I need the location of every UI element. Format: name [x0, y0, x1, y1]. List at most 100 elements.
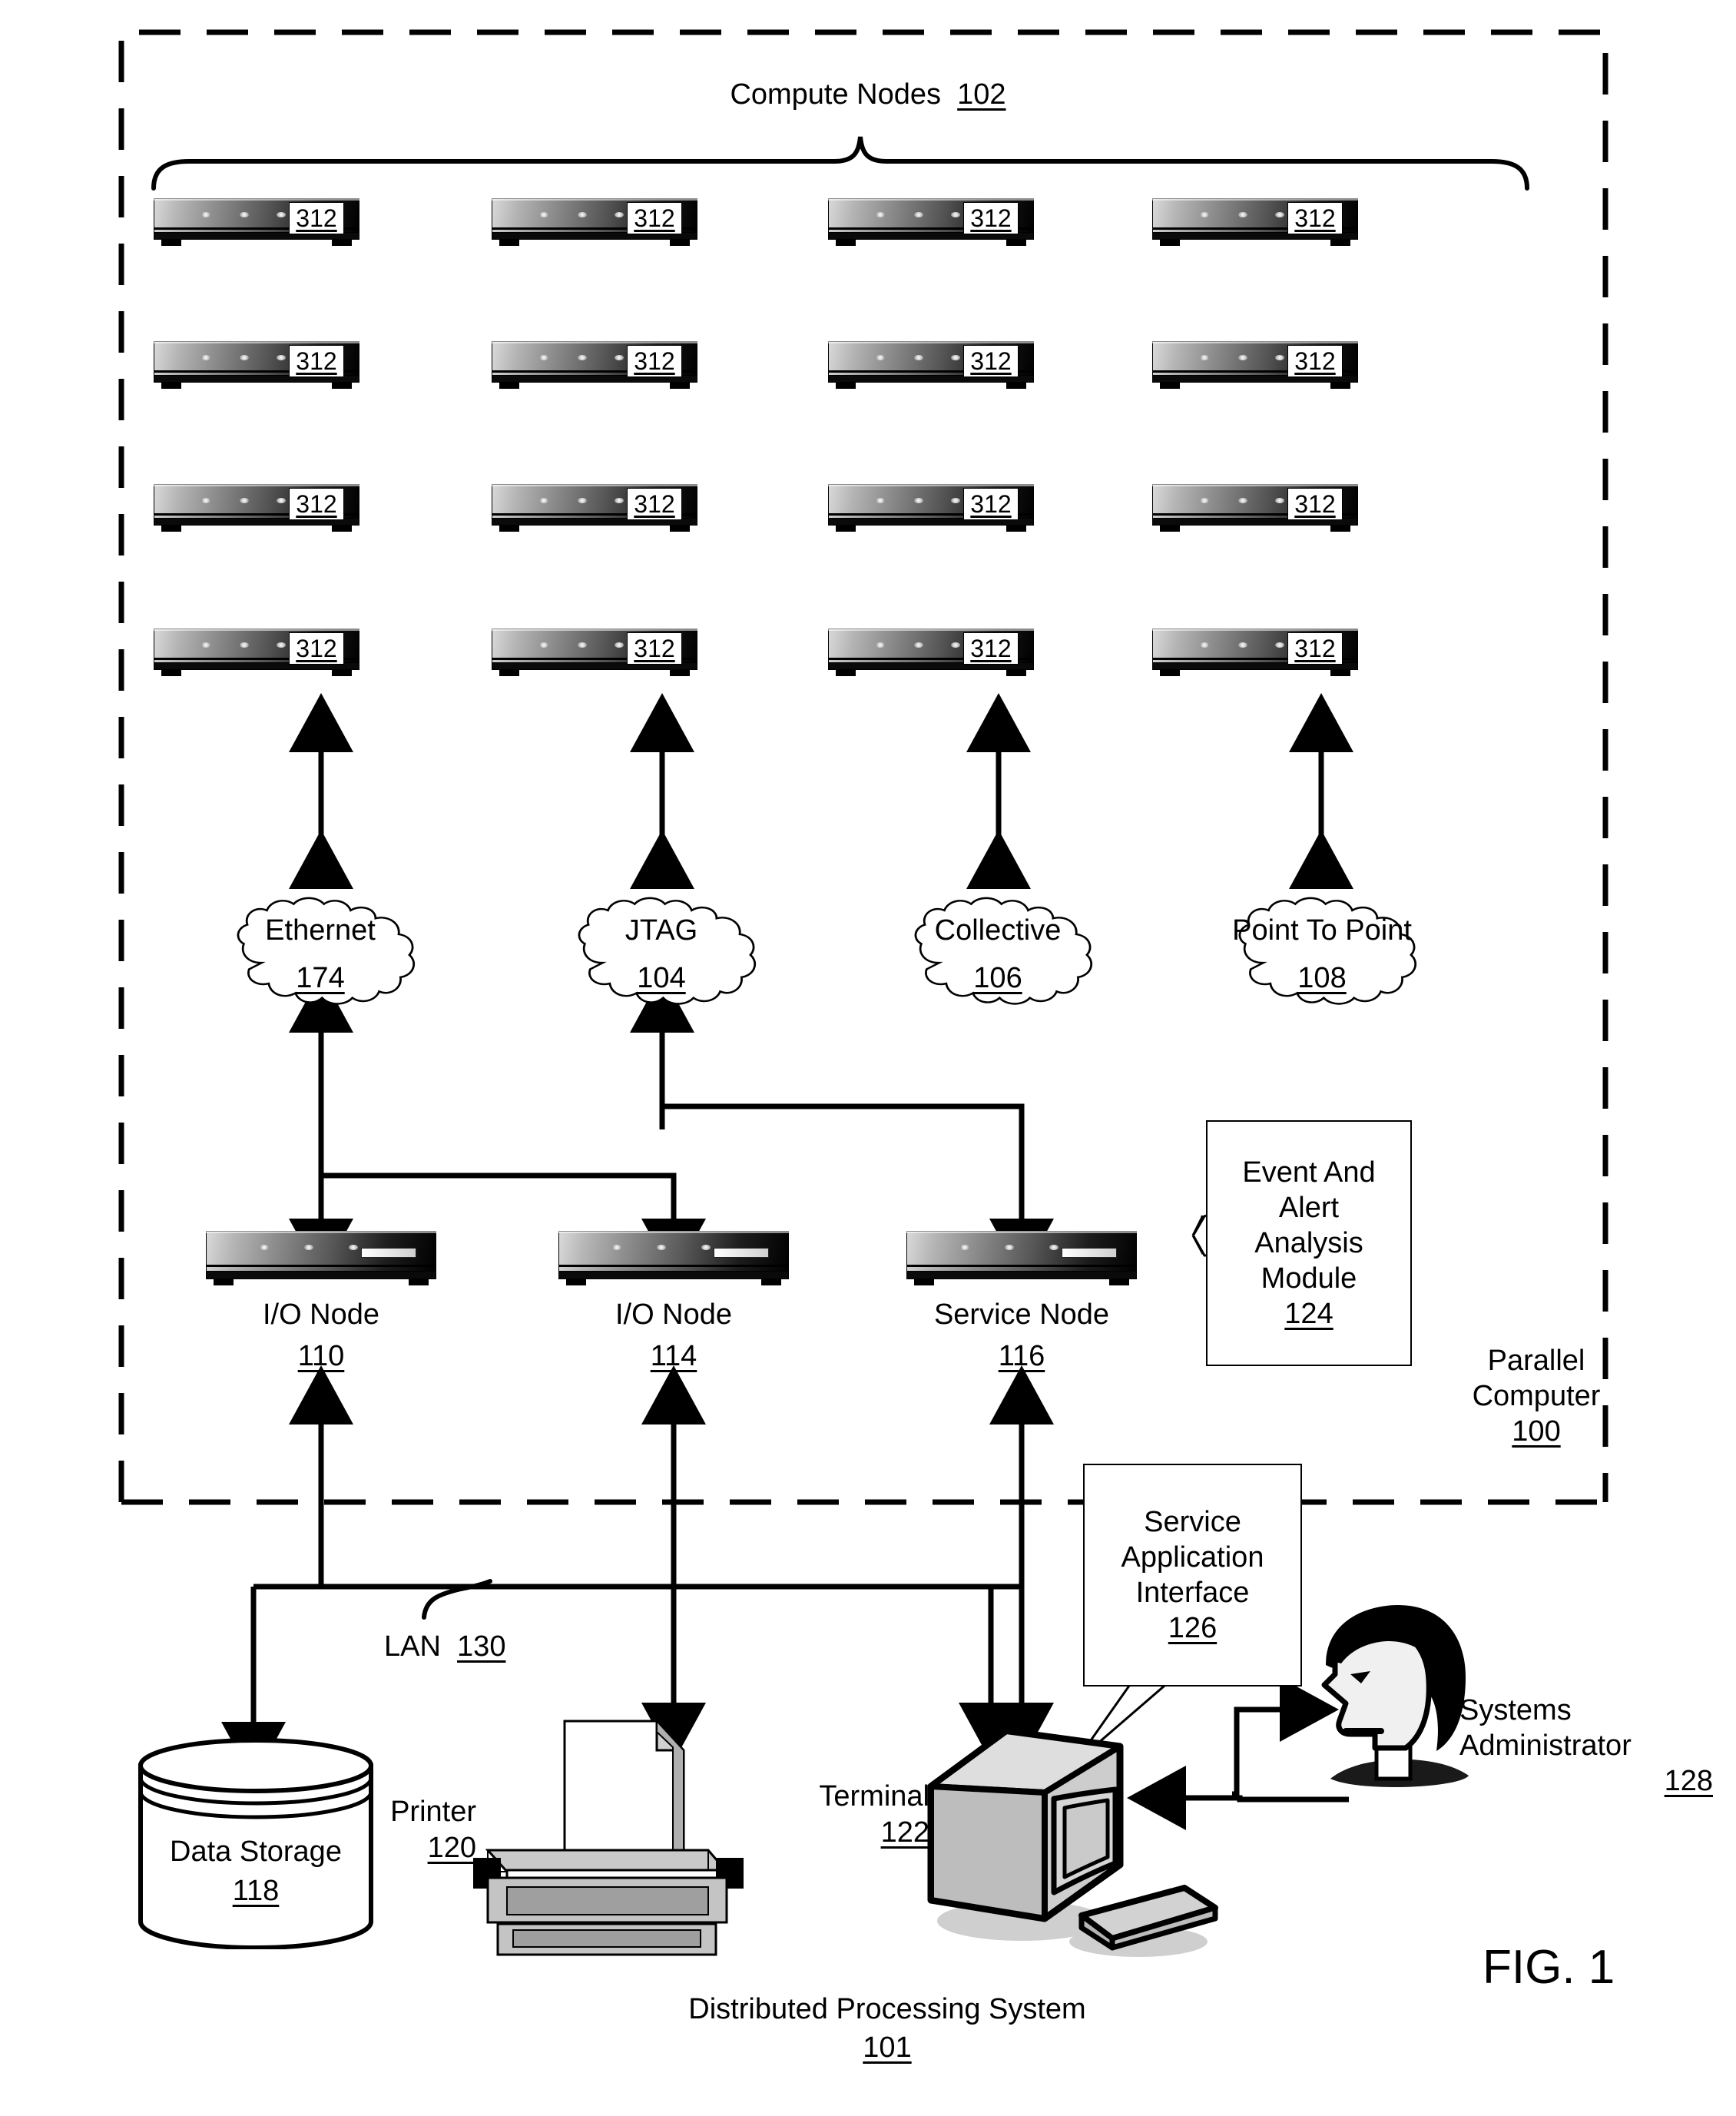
compute-node-foot	[1330, 383, 1350, 389]
compute-node[interactable]: 312	[154, 198, 359, 246]
status-led-icon	[1200, 212, 1209, 217]
compute-node-foot	[836, 240, 856, 246]
administrator-line-1: Systems	[1459, 1694, 1572, 1726]
compute-node-foot	[836, 526, 856, 532]
status-led-icon	[277, 212, 286, 217]
compute-node[interactable]: 312	[1152, 628, 1358, 676]
tier-node-ref-number: 110	[297, 1340, 345, 1372]
status-led-icon	[1005, 1245, 1014, 1250]
status-led-icon	[914, 642, 923, 648]
compute-node-top-edge	[828, 198, 1034, 201]
compute-node-foot	[1160, 670, 1180, 676]
tier-node[interactable]: I/O Node 110	[206, 1231, 436, 1374]
tier-node-chassis[interactable]	[206, 1231, 436, 1286]
status-led-icon	[578, 355, 587, 360]
compute-node-top-edge	[154, 484, 359, 486]
status-led-icon	[304, 1245, 313, 1250]
tier-node-label: I/O Node	[262, 1298, 380, 1331]
compute-node-foot	[332, 670, 352, 676]
status-led-icon	[914, 212, 923, 217]
parallel-computer-line-2: Computer	[1472, 1380, 1601, 1412]
compute-node[interactable]: 312	[492, 198, 697, 246]
terminal-ref-number: 122	[880, 1816, 929, 1849]
compute-node-top-edge	[1152, 628, 1358, 631]
status-led-icon	[615, 498, 624, 503]
status-led-icon	[914, 355, 923, 360]
tier-node-label: Service Node	[933, 1298, 1110, 1331]
network-cloud[interactable]: JTAG 104	[565, 890, 757, 1005]
compute-node[interactable]: 312	[1152, 484, 1358, 532]
compute-node[interactable]: 312	[828, 484, 1034, 532]
event-and-alert-analysis-module-box[interactable]: Event And Alert Analysis Module 124	[1206, 1120, 1412, 1366]
status-led-icon	[1200, 642, 1209, 648]
data-storage-ref-number: 118	[232, 1875, 280, 1907]
network-cloud[interactable]: Collective 106	[902, 890, 1094, 1005]
tier-node[interactable]: Service Node 116	[906, 1231, 1137, 1374]
tier-node-chassis[interactable]	[558, 1231, 789, 1286]
status-led-icon	[1238, 355, 1247, 360]
tier-node[interactable]: I/O Node 114	[558, 1231, 789, 1374]
terminal-label: Terminal	[819, 1780, 929, 1813]
event-module-line-2: Alert	[1278, 1192, 1340, 1224]
status-led-icon	[578, 498, 587, 503]
compute-node-ref-tag: 312	[963, 488, 1019, 520]
status-led-icon	[951, 498, 960, 503]
network-ref-number: 174	[296, 962, 345, 994]
compute-nodes-brace	[151, 136, 1529, 191]
compute-node-foot	[499, 670, 519, 676]
compute-node[interactable]: 312	[828, 198, 1034, 246]
compute-node[interactable]: 312	[492, 341, 697, 389]
service-application-interface-box[interactable]: Service Application Interface 126	[1083, 1464, 1302, 1686]
printer-illustration[interactable]: Printer 120	[390, 1713, 768, 1959]
compute-node[interactable]: 312	[828, 628, 1034, 676]
status-led-icon	[1049, 1245, 1058, 1250]
network-cloud[interactable]: Ethernet 174	[224, 890, 416, 1005]
tier-node-foot	[914, 1279, 934, 1285]
network-cloud[interactable]: Point To Point 108	[1226, 890, 1418, 1005]
compute-node-ref-tag: 312	[1287, 345, 1343, 377]
compute-node[interactable]: 312	[1152, 341, 1358, 389]
terminal-illustration[interactable]: Terminal 122	[819, 1717, 1221, 1963]
compute-to-network-arrows	[289, 693, 1353, 889]
compute-node-top-edge	[154, 628, 359, 631]
systems-administrator-illustration: Systems Administrator 128	[1306, 1594, 1713, 1817]
jtag-to-service-wires	[630, 973, 1054, 1278]
compute-node[interactable]: 312	[1152, 198, 1358, 246]
compute-node-foot	[670, 240, 690, 246]
compute-node-foot	[1006, 383, 1026, 389]
compute-node-foot	[670, 670, 690, 676]
status-led-icon	[914, 498, 923, 503]
compute-node-top-edge	[492, 198, 697, 201]
compute-node-ref-tag: 312	[963, 202, 1019, 234]
compute-node[interactable]: 312	[828, 341, 1034, 389]
compute-node[interactable]: 312	[154, 341, 359, 389]
lan-ref-number: 130	[457, 1630, 506, 1663]
status-led-icon	[539, 642, 548, 648]
status-led-icon	[201, 212, 210, 217]
lan-leader	[422, 1579, 492, 1620]
compute-node-foot	[836, 383, 856, 389]
tier-node-top-edge	[206, 1231, 436, 1233]
compute-node-top-edge	[828, 341, 1034, 343]
compute-node[interactable]: 312	[154, 628, 359, 676]
compute-node-ref-tag: 312	[289, 632, 344, 665]
network-ref-number: 106	[973, 962, 1022, 994]
status-led-icon	[1200, 498, 1209, 503]
compute-node[interactable]: 312	[492, 484, 697, 532]
compute-node-ref-tag: 312	[289, 202, 344, 234]
compute-node[interactable]: 312	[492, 628, 697, 676]
figure-caption: Distributed Processing System	[688, 1993, 1086, 2025]
compute-node-ref-tag: 312	[627, 488, 682, 520]
compute-node-ref-tag: 312	[627, 632, 682, 665]
status-led-icon	[615, 212, 624, 217]
status-led-icon	[201, 355, 210, 360]
compute-node-top-edge	[492, 341, 697, 343]
compute-node[interactable]: 312	[154, 484, 359, 532]
tier-node-ref-number: 114	[650, 1340, 697, 1372]
tier-node-foot	[409, 1279, 429, 1285]
status-led-icon	[539, 498, 548, 503]
status-led-icon	[1275, 498, 1284, 503]
network-name: JTAG	[624, 914, 698, 947]
parallel-computer-line-1: Parallel	[1487, 1345, 1585, 1377]
tier-node-chassis[interactable]	[906, 1231, 1137, 1286]
